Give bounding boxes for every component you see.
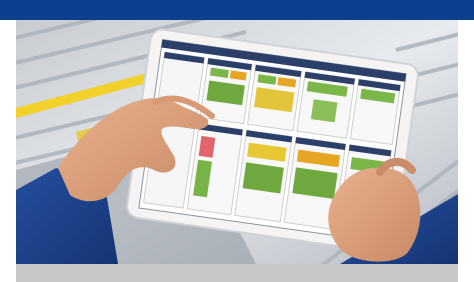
hero-photo: [16, 20, 458, 264]
top-color-bar: [0, 0, 474, 20]
tablet-photo-illustration: [16, 20, 458, 264]
bottom-gray-strip: [16, 264, 458, 282]
